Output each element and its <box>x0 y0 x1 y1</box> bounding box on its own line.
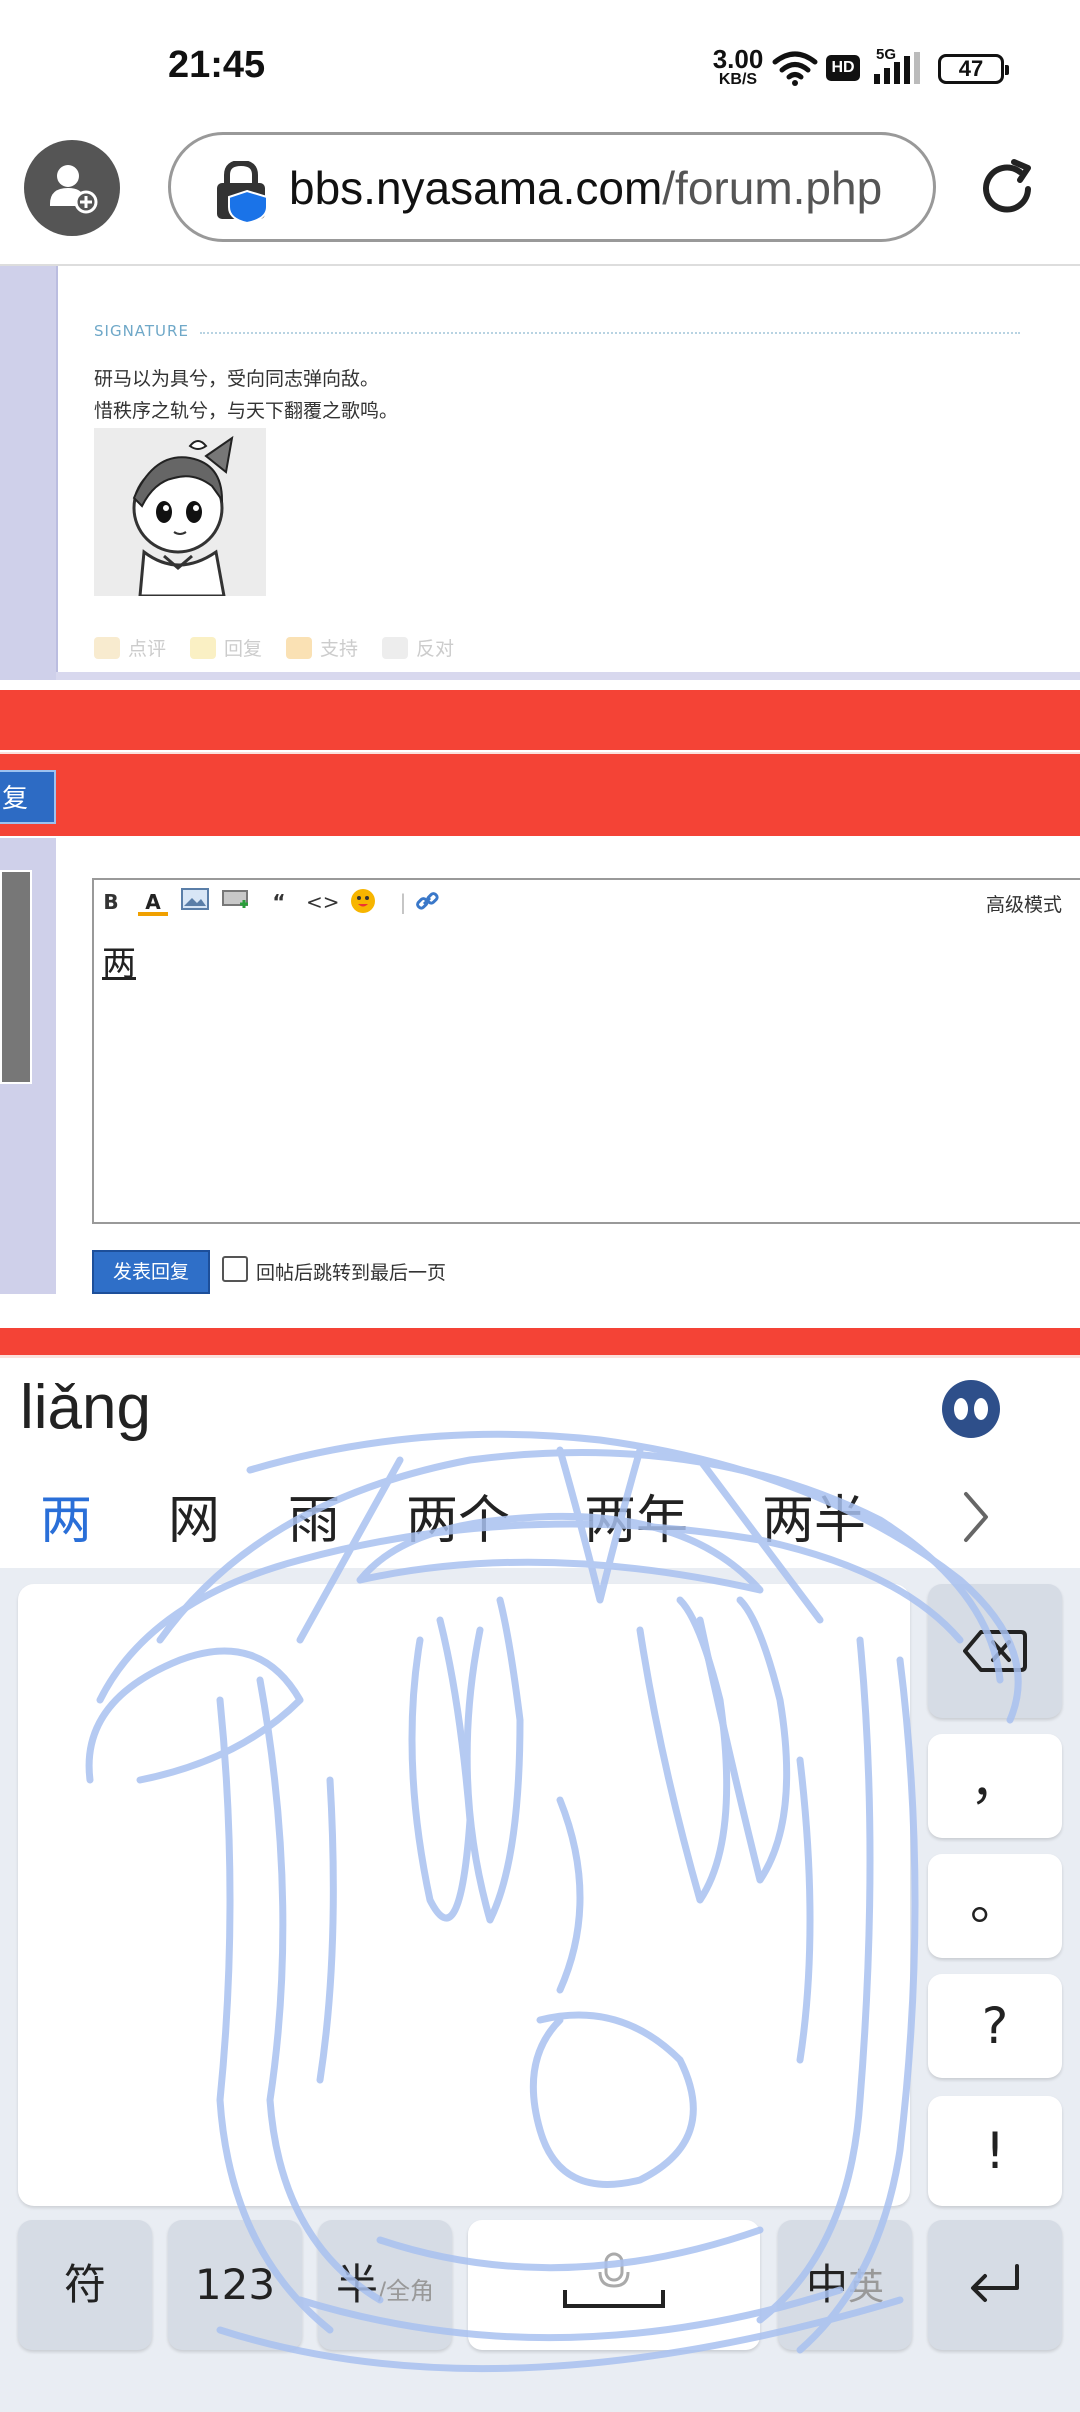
candidate-bar: liǎng 两 网 雨 两个 两年 两半 <box>0 1358 1080 1568</box>
symbols-key[interactable]: 符 <box>18 2220 152 2350</box>
link-icon[interactable] <box>412 888 442 916</box>
enter-key[interactable] <box>928 2220 1062 2350</box>
comma-key[interactable]: ， <box>928 1734 1062 1838</box>
signature-image <box>94 428 266 598</box>
oppose-action-label: 反对 <box>416 638 455 660</box>
author-avatar <box>0 870 32 1084</box>
jump-to-last-page-label: 回帖后跳转到最后一页 <box>256 1262 447 1284</box>
url-text: bbs.nyasama.com/forum.php <box>289 161 882 215</box>
comment-action-label: 点评 <box>128 638 167 660</box>
ime-mascot-icon[interactable] <box>942 1380 1000 1438</box>
advanced-mode-link[interactable]: 高级模式 <box>986 890 1062 917</box>
backspace-key[interactable] <box>928 1584 1062 1718</box>
candidate[interactable]: 两年 <box>584 1478 688 1553</box>
period-key[interactable]: 。 <box>928 1854 1062 1958</box>
lock-icon <box>217 161 268 223</box>
network-speed: 3.00 KB/S <box>708 46 768 88</box>
question-key[interactable]: ? <box>928 1974 1062 2078</box>
signature-line-1: 研马以为具兮，受向同志弹向敌。 <box>94 368 380 390</box>
backspace-icon <box>963 1630 1027 1672</box>
numbers-key[interactable]: 123 <box>168 2220 302 2350</box>
exclamation-key[interactable]: ! <box>928 2096 1062 2206</box>
chinese-label: 中 <box>805 2260 848 2309</box>
enter-icon <box>971 2264 1019 2302</box>
hd-icon: HD <box>826 55 860 81</box>
post-body: SIGNATURE 研马以为具兮，受向同志弹向敌。 惜秩序之轨兮，与天下翻覆之歌… <box>56 266 1080 680</box>
comment-action[interactable]: 点评 <box>94 634 166 661</box>
candidate[interactable]: 两 <box>40 1478 92 1553</box>
status-bar: 21:45 3.00 KB/S HD 5G 47 <box>0 0 1080 130</box>
section-band <box>0 690 1080 750</box>
reply-action[interactable]: 回复 <box>190 634 262 661</box>
url-path: /forum.php <box>662 162 883 214</box>
half-full-width-key[interactable]: 半/全角 <box>318 2220 452 2350</box>
attachment-image-icon[interactable] <box>222 888 252 916</box>
reply-editor[interactable]: B A “ <> | 高级模式 两 <box>92 878 1080 1224</box>
post-divider <box>56 672 1080 680</box>
handwriting-keyboard: liǎng 两 网 雨 两个 两年 两半 ， 。 ? ! 符 123 半/全角 <box>0 1358 1080 2412</box>
font-color-icon[interactable]: A <box>138 888 168 916</box>
editor-toolbar: B A “ <> | 高级模式 <box>94 880 1080 924</box>
support-action-label: 支持 <box>320 638 359 660</box>
reply-editor-area: B A “ <> | 高级模式 两 发表回复 回帖后跳转到最后一页 <box>56 838 1080 1294</box>
oppose-action[interactable]: 反对 <box>382 634 454 661</box>
space-key[interactable] <box>468 2220 760 2350</box>
network-speed-unit: KB/S <box>718 71 758 88</box>
browser-toolbar: bbs.nyasama.com/forum.php <box>0 130 1080 266</box>
handwriting-pad[interactable] <box>18 1584 910 2206</box>
thumb-up-icon <box>286 636 313 659</box>
signature-line-2: 惜秩序之轨兮，与天下翻覆之歌鸣。 <box>94 400 399 422</box>
network-speed-value: 3.00 <box>712 44 764 74</box>
network-type-label: 5G <box>876 46 897 63</box>
account-button[interactable] <box>24 140 120 236</box>
bold-icon[interactable]: B <box>96 888 126 916</box>
signature-divider <box>200 332 1020 334</box>
reply-icon <box>190 636 217 659</box>
thumb-down-icon <box>382 636 409 659</box>
candidate[interactable]: 网 <box>168 1478 220 1553</box>
candidate[interactable]: 两个 <box>406 1478 510 1553</box>
post-author-column <box>0 266 56 680</box>
section-band <box>0 752 1080 836</box>
signature-label: SIGNATURE <box>94 322 189 340</box>
chevron-right-icon[interactable] <box>958 1488 994 1546</box>
forum-page: SIGNATURE 研马以为具兮，受向同志弹向敌。 惜秩序之轨兮，与天下翻覆之歌… <box>0 266 1080 1358</box>
quote-icon[interactable]: “ <box>264 888 294 916</box>
jump-to-last-page-checkbox[interactable] <box>222 1256 248 1282</box>
microphone-icon <box>563 2252 665 2308</box>
eye-icon <box>94 636 120 659</box>
candidate-list: 两 网 雨 两个 两年 两半 <box>0 1466 1080 1562</box>
battery-indicator: 47 <box>938 54 1009 84</box>
post-actions: 点评 回复 支持 反对 <box>94 634 454 661</box>
section-band <box>0 1328 1080 1358</box>
code-icon[interactable]: <> <box>306 888 340 916</box>
url-host: bbs.nyasama.com <box>289 162 663 214</box>
candidate[interactable]: 两半 <box>762 1478 866 1553</box>
reply-action-label: 回复 <box>224 638 263 660</box>
emoji-icon[interactable] <box>348 888 378 916</box>
submit-reply-button[interactable]: 发表回复 <box>92 1250 210 1294</box>
full-width-label: /全角 <box>377 2277 435 2305</box>
address-bar[interactable]: bbs.nyasama.com/forum.php <box>168 132 936 242</box>
image-icon[interactable] <box>180 888 210 916</box>
pinyin-composition: liǎng <box>20 1373 151 1442</box>
reload-icon[interactable] <box>974 156 1040 222</box>
english-label: 英 <box>848 2267 885 2308</box>
editor-content: 两 <box>102 944 136 984</box>
wifi-icon <box>772 51 818 86</box>
half-width-label: 半 <box>335 2260 378 2309</box>
reply-tab[interactable]: 复 <box>0 770 56 824</box>
language-switch-key[interactable]: 中英 <box>778 2220 912 2350</box>
support-action[interactable]: 支持 <box>286 634 358 661</box>
candidate[interactable]: 雨 <box>288 1478 340 1553</box>
status-time: 21:45 <box>168 44 266 86</box>
user-add-icon <box>50 165 98 214</box>
